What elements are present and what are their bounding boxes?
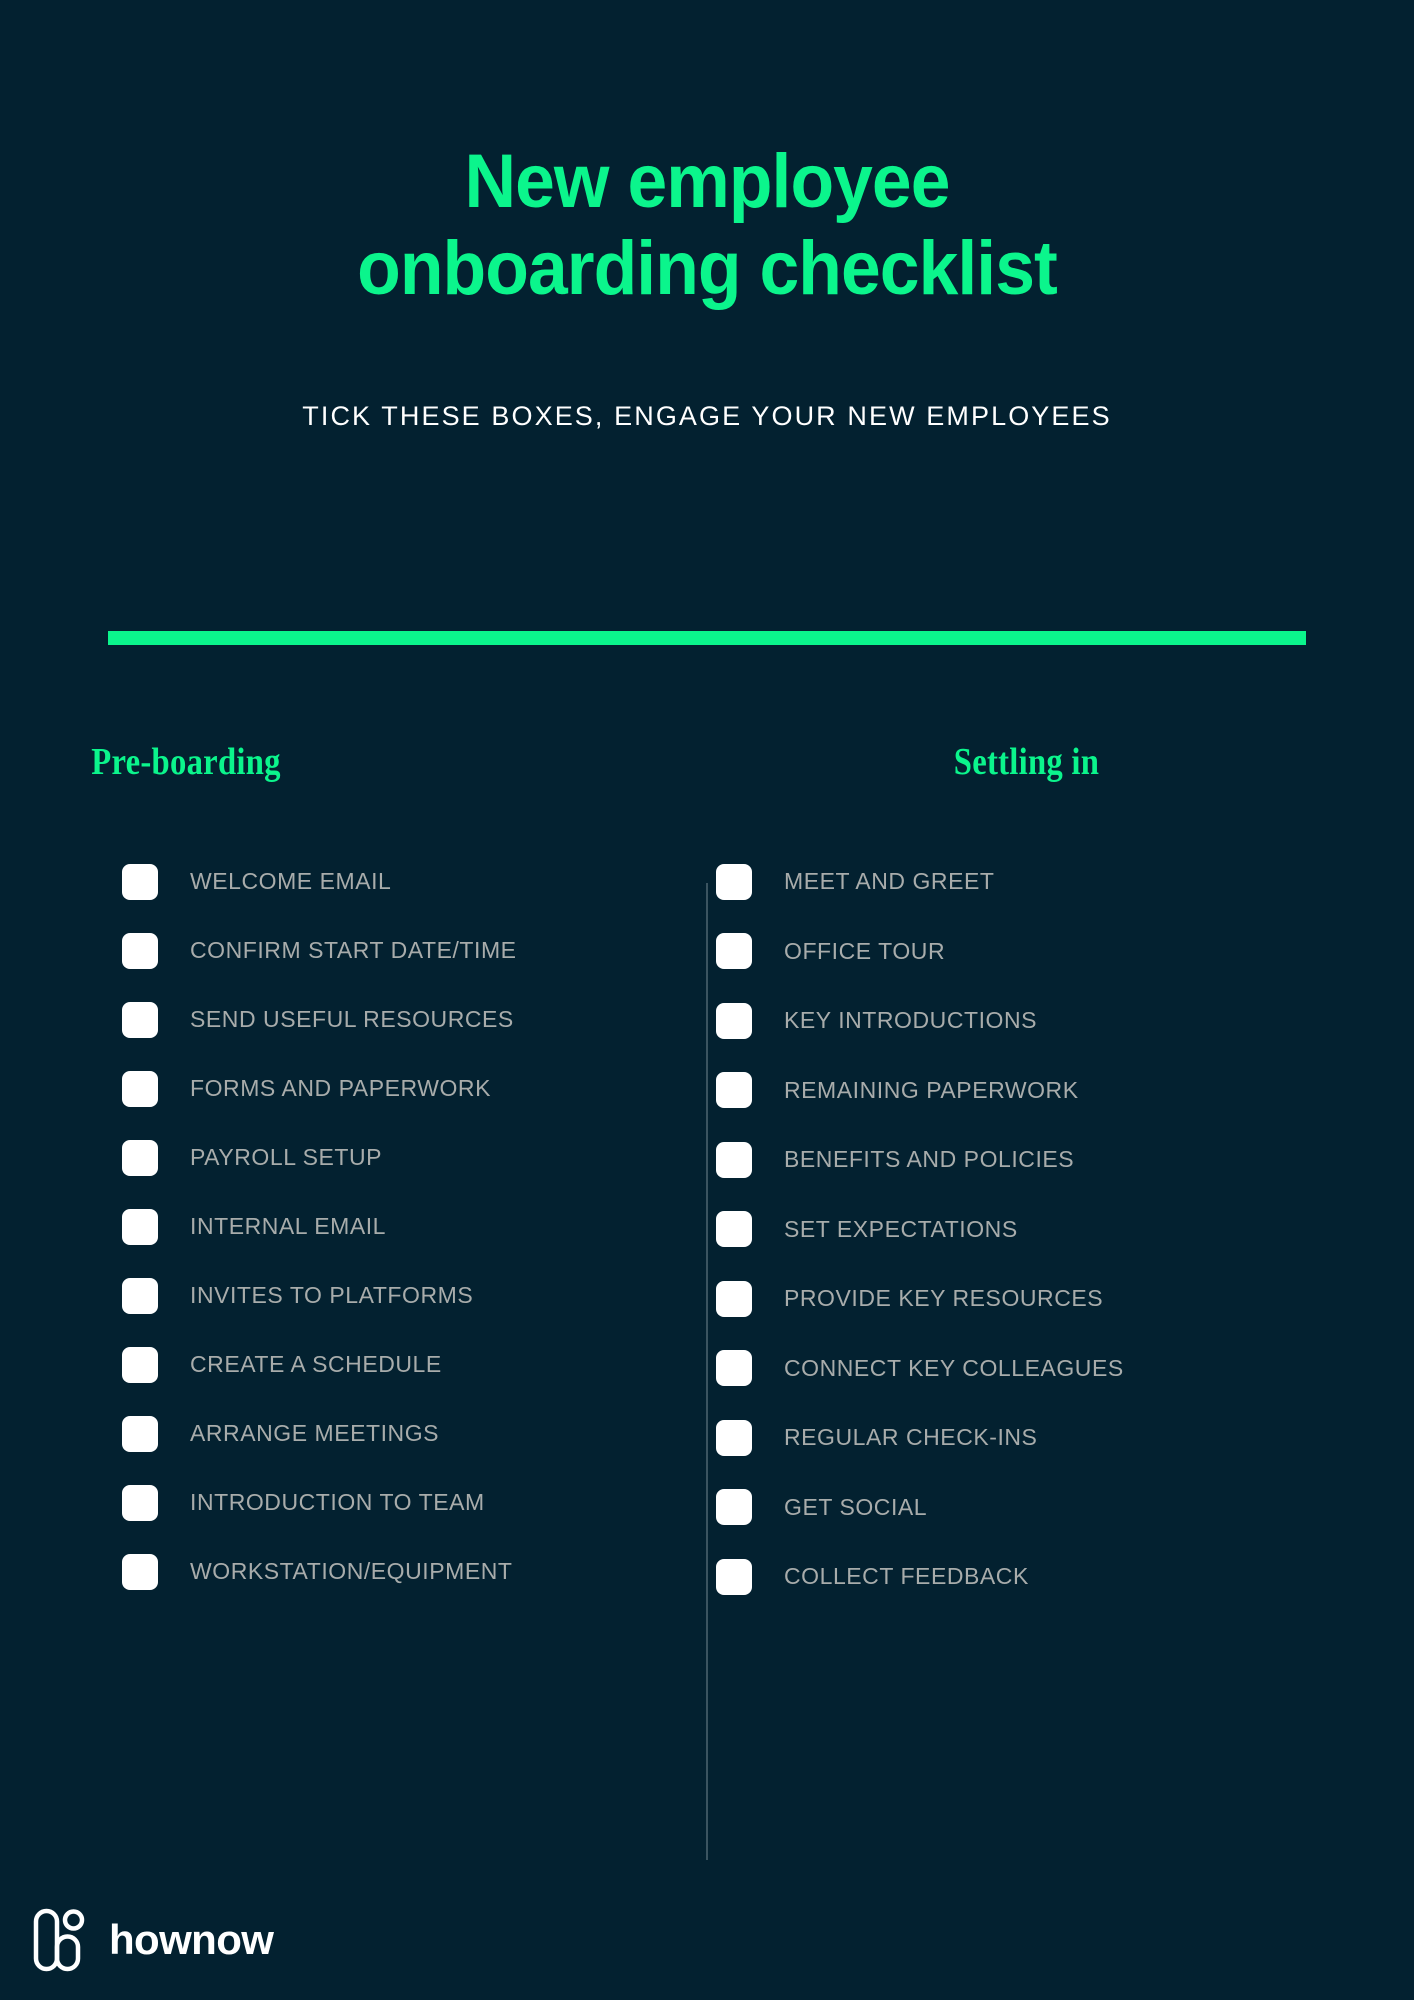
hownow-h-mark-icon [33,1908,85,1972]
checklist-item[interactable]: Send useful resources [122,985,707,1054]
checklist-item[interactable]: Provide key resources [716,1264,1414,1334]
checklist-item[interactable]: Payroll setup [122,1123,707,1192]
checklist-item[interactable]: Office tour [716,917,1414,987]
checklist-item-label: Forms and paperwork [190,1075,491,1101]
page-subtitle: Tick these boxes, engage your new employ… [302,400,1112,431]
checklist-item[interactable]: Arrange meetings [122,1399,707,1468]
checkbox-benefits-and-policies[interactable] [716,1141,752,1178]
checkbox-payroll-setup[interactable] [122,1139,158,1176]
checklist-item[interactable]: Regular check-ins [716,1403,1414,1473]
checklist-item[interactable]: Meet and greet [716,847,1414,917]
checklist-item[interactable]: Collect feedback [716,1542,1414,1612]
checklist-item-label: Invites to platforms [190,1282,474,1308]
checklist-item-label: Collect feedback [784,1563,1029,1590]
checkbox-confirm-start-date-time[interactable] [122,932,158,969]
checkbox-collect-feedback[interactable] [716,1558,752,1595]
checklist-item-label: Welcome email [190,868,392,894]
checklist-items-pre-boarding: Welcome email Confirm start date/time Send… [0,847,707,1606]
column-divider [706,883,708,1860]
checklist-item-label: Arrange meetings [190,1420,440,1446]
checklist-item-label: Confirm start date/time [190,937,517,963]
checklist-item-label: Provide key resources [784,1285,1104,1312]
checkbox-meet-and-greet[interactable] [716,863,752,900]
checklist-item-label: Create a schedule [190,1351,442,1377]
checklist-item[interactable]: Internal email [122,1192,707,1261]
checklist-item[interactable]: Welcome email [122,847,707,916]
checklist-item[interactable]: Set expectations [716,1195,1414,1265]
checklist-item-label: Benefits and policies [784,1146,1075,1173]
logo-wordmark: hownow [109,1916,274,1963]
checklist-item[interactable]: Introduction to team [122,1468,707,1537]
checklist-item-label: Regular check-ins [784,1424,1038,1451]
checklist-item-label: Introduction to team [190,1489,485,1515]
checklist-item-label: Key introductions [784,1007,1038,1034]
checklist-item-label: Workstation/equipment [190,1558,513,1584]
checkbox-internal-email[interactable] [122,1208,158,1245]
checkbox-forms-and-paperwork[interactable] [122,1070,158,1107]
checkbox-send-useful-resources[interactable] [122,1001,158,1038]
checkbox-set-expectations[interactable] [716,1211,752,1248]
column-pre-boarding: Pre-boarding Welcome email Confirm start … [0,740,707,1612]
column-heading-settling-in: Settling in [953,741,1100,783]
checklist-item-label: Payroll setup [190,1144,383,1170]
checkbox-remaining-paperwork[interactable] [716,1072,752,1109]
checklist-item[interactable]: Key introductions [716,986,1414,1056]
hownow-logo: hownow [33,1907,274,1973]
checklist-item-label: Send useful resources [190,1006,514,1032]
checkbox-get-social[interactable] [716,1489,752,1526]
poster-header: New employee onboarding checklist Tick t… [0,0,1414,432]
checklist-poster: New employee onboarding checklist Tick t… [0,0,1414,2000]
checklist-item-label: Set expectations [784,1215,1018,1242]
checklist-item-label: Office tour [784,937,946,964]
checklist-item[interactable]: Forms and paperwork [122,1054,707,1123]
checklist-item[interactable]: Workstation/equipment [122,1537,707,1606]
checkbox-invites-to-platforms[interactable] [122,1277,158,1314]
column-heading-pre-boarding: Pre-boarding [91,741,281,783]
checklist-item[interactable]: Remaining paperwork [716,1056,1414,1126]
checklist-item-label: Remaining paperwork [784,1076,1079,1103]
checkbox-provide-key-resources[interactable] [716,1280,752,1317]
checkbox-office-tour[interactable] [716,933,752,970]
checklist-item-label: Connect key colleagues [784,1354,1124,1381]
checklist-item[interactable]: Create a schedule [122,1330,707,1399]
checkbox-introduction-to-team[interactable] [122,1484,158,1521]
checklist-item-label: Meet and greet [784,868,995,895]
checklist-item[interactable]: Confirm start date/time [122,916,707,985]
checkbox-connect-key-colleagues[interactable] [716,1350,752,1387]
checklist-item-label: Get social [784,1493,928,1520]
checkbox-welcome-email[interactable] [122,863,158,900]
checklist-item[interactable]: Connect key colleagues [716,1334,1414,1404]
checklist-item[interactable]: Benefits and policies [716,1125,1414,1195]
checkbox-create-a-schedule[interactable] [122,1346,158,1383]
accent-divider-bar [108,631,1306,645]
checkbox-arrange-meetings[interactable] [122,1415,158,1452]
checklist-item-label: Internal email [190,1213,387,1239]
checklist-item[interactable]: Get social [716,1473,1414,1543]
checklist-items-settling-in: Meet and greet Office tour Key introductio… [707,847,1414,1612]
checkbox-regular-check-ins[interactable] [716,1419,752,1456]
page-title: New employee onboarding checklist [357,139,1058,312]
checkbox-workstation-equipment[interactable] [122,1553,158,1590]
checkbox-key-introductions[interactable] [716,1002,752,1039]
column-settling-in: Settling in Meet and greet Office tour Key… [707,740,1414,1612]
checklist-item[interactable]: Invites to platforms [122,1261,707,1330]
